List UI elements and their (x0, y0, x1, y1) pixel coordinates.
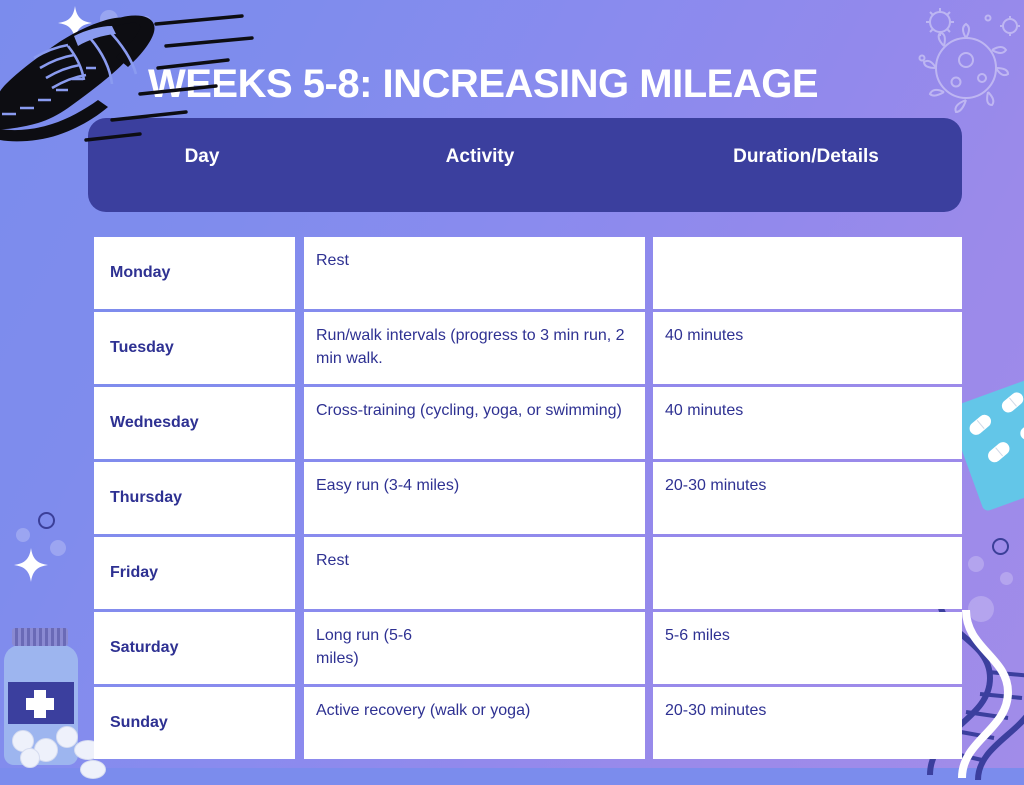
table-header-bar: Day Activity Duration/Details (88, 118, 962, 212)
cell-duration (653, 237, 962, 309)
cell-duration: 20-30 minutes (653, 462, 962, 534)
table-row: Friday Rest (0, 535, 1024, 610)
cell-day: Thursday (94, 462, 295, 534)
table-row: Thursday Easy run (3-4 miles) 20-30 minu… (0, 460, 1024, 535)
cell-activity: Rest (304, 237, 645, 309)
cell-day: Sunday (94, 687, 295, 759)
column-header-duration: Duration/Details (733, 146, 879, 167)
cell-duration: 40 minutes (653, 312, 962, 384)
cell-day: Friday (94, 537, 295, 609)
cell-duration: 5-6 miles (653, 612, 962, 684)
table-row: Sunday Active recovery (walk or yoga) 20… (0, 685, 1024, 760)
cell-activity: Easy run (3-4 miles) (304, 462, 645, 534)
cell-activity: Run/walk intervals (progress to 3 min ru… (304, 312, 645, 384)
table-row: Saturday Long run (5-6 miles) 5-6 miles (0, 610, 1024, 685)
cell-day: Saturday (94, 612, 295, 684)
cell-day: Monday (94, 237, 295, 309)
cell-day: Wednesday (94, 387, 295, 459)
page-title: WEEKS 5-8: INCREASING MILEAGE (148, 62, 819, 106)
table-row: Tuesday Run/walk intervals (progress to … (0, 310, 1024, 385)
cell-duration: 20-30 minutes (653, 687, 962, 759)
column-header-activity: Activity (445, 146, 515, 167)
cell-activity: Active recovery (walk or yoga) (304, 687, 645, 759)
cell-duration (653, 537, 962, 609)
cell-activity: Long run (5-6 miles) (304, 612, 645, 684)
cell-duration: 40 minutes (653, 387, 962, 459)
table-row: Monday Rest (0, 235, 1024, 310)
cell-activity: Rest (304, 537, 645, 609)
cell-day: Tuesday (94, 312, 295, 384)
table-body: Monday Rest Tuesday Run/walk intervals (… (0, 235, 1024, 760)
cell-activity: Cross-training (cycling, yoga, or swimmi… (304, 387, 645, 459)
table-row: Wednesday Cross-training (cycling, yoga,… (0, 385, 1024, 460)
column-header-day: Day (184, 146, 220, 167)
